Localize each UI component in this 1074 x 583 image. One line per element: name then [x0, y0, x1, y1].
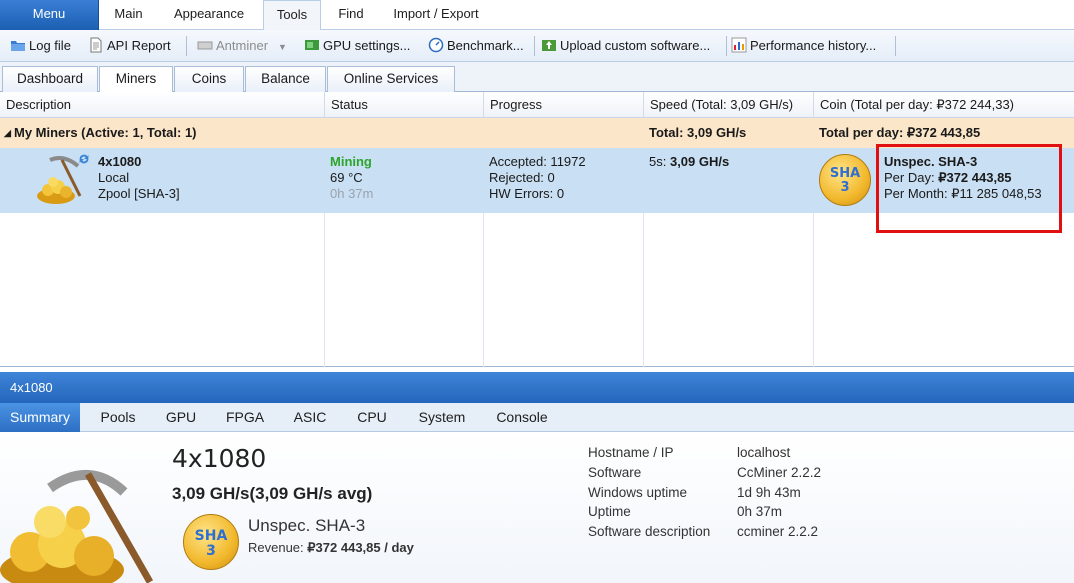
folder-icon: [11, 41, 25, 51]
tab-online-services[interactable]: Online Services: [327, 66, 455, 92]
miner-gold-large-icon: [0, 470, 154, 583]
tab-asic[interactable]: ASIC: [284, 403, 336, 432]
refresh-icon[interactable]: [77, 152, 91, 166]
main-tab-bar: Dashboard Miners Coins Balance Online Se…: [0, 62, 1074, 93]
tab-fpga[interactable]: FPGA: [216, 403, 274, 432]
upload-software-button[interactable]: Upload custom software...: [541, 35, 710, 57]
tab-cpu[interactable]: CPU: [346, 403, 398, 432]
tab-gpu[interactable]: GPU: [156, 403, 206, 432]
info-label-software: Software: [588, 465, 642, 480]
detail-miner-name: 4x1080: [172, 444, 267, 473]
detail-summary-panel: 4x1080 3,09 GH/s(3,09 GH/s avg) SHA 3 Un…: [0, 432, 1074, 583]
upload-icon: [542, 40, 556, 51]
speed-prefix: 5s:: [649, 154, 667, 169]
bar-chart-icon: [731, 37, 747, 53]
tab-console[interactable]: Console: [486, 403, 558, 432]
antminer-label: Antminer: [216, 38, 269, 53]
antminer-icon: [197, 41, 213, 50]
gpu-settings-button[interactable]: GPU settings...: [304, 35, 410, 57]
collapse-triangle-icon[interactable]: ◢: [4, 118, 11, 148]
column-speed[interactable]: Speed (Total: 3,09 GH/s): [644, 92, 814, 118]
upload-software-label: Upload custom software...: [560, 38, 711, 53]
tab-menu[interactable]: Menu: [0, 0, 99, 30]
toolbar: Log file API Report Antminer ▼ GPU settin…: [0, 30, 1074, 62]
tab-system[interactable]: System: [408, 403, 476, 432]
miner-location: Local: [98, 170, 130, 185]
detail-miner-speed: 3,09 GH/s(3,09 GH/s avg): [172, 484, 373, 503]
document-icon: [90, 37, 102, 53]
info-value-software: CcMiner 2.2.2: [737, 465, 822, 480]
performance-history-label: Performance history...: [750, 38, 877, 53]
detail-tab-bar: Summary Pools GPU FPGA ASIC CPU System C…: [0, 403, 1074, 432]
tab-coins[interactable]: Coins: [174, 66, 244, 92]
group-label: My Miners (Active: 1, Total: 1): [14, 125, 197, 140]
detail-panel-header: 4x1080: [0, 372, 1074, 403]
tab-import-export[interactable]: Import / Export: [384, 0, 488, 30]
accepted-shares: Accepted: 11972: [489, 154, 586, 169]
tab-summary[interactable]: Summary: [0, 403, 80, 432]
info-label-windows-uptime: Windows uptime: [588, 485, 688, 500]
gpu-settings-label: GPU settings...: [323, 38, 411, 53]
detail-revenue: Revenue: ₽372 443,85 / day: [248, 540, 414, 556]
sha3-coin-icon: SHA 3: [183, 514, 239, 570]
info-value-hostname: localhost: [737, 445, 791, 460]
toolbar-separator: [726, 36, 727, 56]
grid-header: Description Status Progress Speed (Total…: [0, 92, 1074, 118]
info-label-software-description: Software description: [588, 524, 711, 539]
log-file-button[interactable]: Log file: [10, 35, 71, 57]
column-description[interactable]: Description: [0, 92, 325, 118]
toolbar-separator: [534, 36, 535, 56]
tab-dashboard[interactable]: Dashboard: [2, 66, 98, 92]
stopwatch-icon: [428, 37, 444, 53]
benchmark-button[interactable]: Benchmark...: [428, 35, 524, 57]
badge-top-text: SHA: [829, 166, 861, 181]
tab-miners[interactable]: Miners: [99, 66, 173, 93]
tab-balance[interactable]: Balance: [245, 66, 326, 92]
badge-bottom-text: 3: [206, 543, 216, 559]
badge-top-text: SHA: [194, 528, 228, 544]
highlight-annotation-box: [876, 144, 1062, 233]
tab-pools[interactable]: Pools: [90, 403, 146, 432]
ribbon-tab-bar: Menu Main Appearance Tools Find Import /…: [0, 0, 1074, 31]
api-report-button[interactable]: API Report: [88, 35, 171, 57]
api-report-label: API Report: [107, 38, 171, 53]
column-progress[interactable]: Progress: [484, 92, 644, 118]
badge-bottom-text: 3: [840, 180, 850, 195]
info-value-software-description: ccminer 2.2.2: [737, 524, 819, 539]
column-status[interactable]: Status: [325, 92, 484, 118]
revenue-value: ₽372 443,85 / day: [307, 540, 414, 555]
status-badge: Mining: [330, 154, 372, 169]
speed-value: 3,09 GH/s: [669, 154, 730, 169]
toolbar-separator: [186, 36, 187, 56]
tab-tools[interactable]: Tools: [263, 0, 321, 31]
info-label-hostname: Hostname / IP: [588, 445, 674, 460]
miner-pool: Zpool [SHA-3]: [98, 186, 180, 201]
log-file-label: Log file: [29, 38, 71, 53]
detail-coin-name: Unspec. SHA-3: [248, 516, 366, 535]
toolbar-separator: [895, 36, 896, 56]
rejected-shares: Rejected: 0: [489, 170, 555, 185]
hw-errors: HW Errors: 0: [489, 186, 565, 201]
chevron-down-icon[interactable]: ▼: [278, 42, 287, 52]
info-label-uptime: Uptime: [588, 504, 631, 519]
miner-speed: 5s: 3,09 GH/s: [649, 154, 729, 170]
performance-history-button[interactable]: Performance history...: [731, 35, 876, 57]
gpu-icon: [305, 40, 319, 50]
miner-uptime: 0h 37m: [330, 186, 374, 201]
miner-temperature: 69 °C: [330, 170, 363, 185]
tab-main[interactable]: Main: [99, 0, 158, 30]
sha3-coin-icon: SHA 3: [819, 154, 871, 206]
info-value-uptime: 0h 37m: [737, 504, 783, 519]
tab-find[interactable]: Find: [326, 0, 376, 30]
info-value-windows-uptime: 1d 9h 43m: [737, 485, 801, 500]
column-coin[interactable]: Coin (Total per day: ₽372 244,33): [814, 92, 1074, 118]
group-total-speed: Total: 3,09 GH/s: [649, 125, 747, 140]
revenue-label: Revenue:: [248, 540, 304, 555]
benchmark-label: Benchmark...: [447, 38, 524, 53]
miner-name: 4x1080: [98, 154, 142, 169]
antminer-button[interactable]: Antminer ▼: [197, 35, 287, 57]
tab-appearance[interactable]: Appearance: [160, 0, 258, 30]
